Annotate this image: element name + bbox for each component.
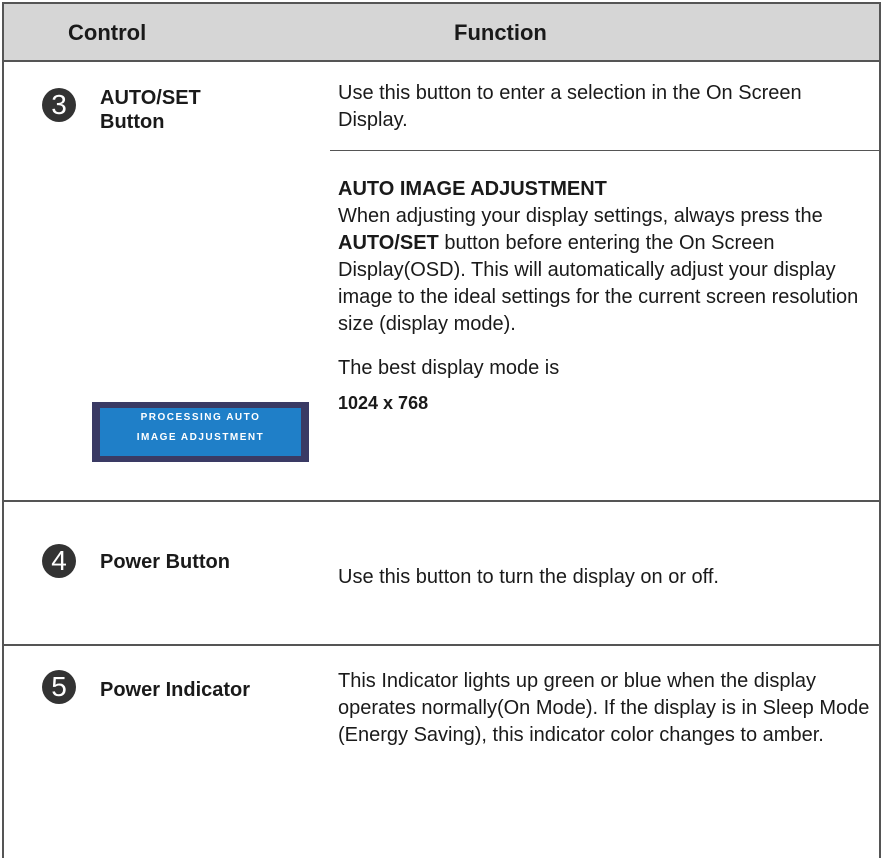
osd-message-image: PROCESSING AUTO IMAGE ADJUSTMENT — [92, 402, 309, 462]
controls-table: Control Function 3 AUTO/SET Button Use t… — [2, 2, 881, 858]
best-mode-label: The best display mode is — [338, 357, 560, 379]
function-auto-set-text: Use this button to enter a selection in … — [338, 82, 802, 131]
osd-message-text: PROCESSING AUTO IMAGE ADJUSTMENT — [100, 408, 301, 456]
row-number-3: 3 — [42, 88, 76, 122]
row-number-5: 5 — [42, 670, 76, 704]
function-power-indicator: This Indicator lights up green or blue w… — [338, 670, 870, 746]
function-power-button: Use this button to turn the display on o… — [338, 566, 719, 588]
row-number-4: 4 — [42, 544, 76, 578]
best-mode-value: 1024 x 768 — [338, 393, 429, 413]
header-function: Function — [454, 20, 547, 45]
control-auto-set: AUTO/SET Button — [100, 87, 201, 133]
row-separator — [4, 500, 879, 502]
auto-image-description: When adjusting your display settings, al… — [338, 205, 859, 335]
inner-separator — [330, 150, 879, 151]
control-power-indicator: Power Indicator — [100, 679, 251, 701]
control-power-button: Power Button — [100, 551, 230, 573]
table-header: Control Function — [4, 4, 879, 62]
row-separator — [4, 644, 879, 646]
header-control: Control — [68, 20, 147, 45]
auto-image-heading: AUTO IMAGE ADJUSTMENT — [338, 178, 607, 200]
